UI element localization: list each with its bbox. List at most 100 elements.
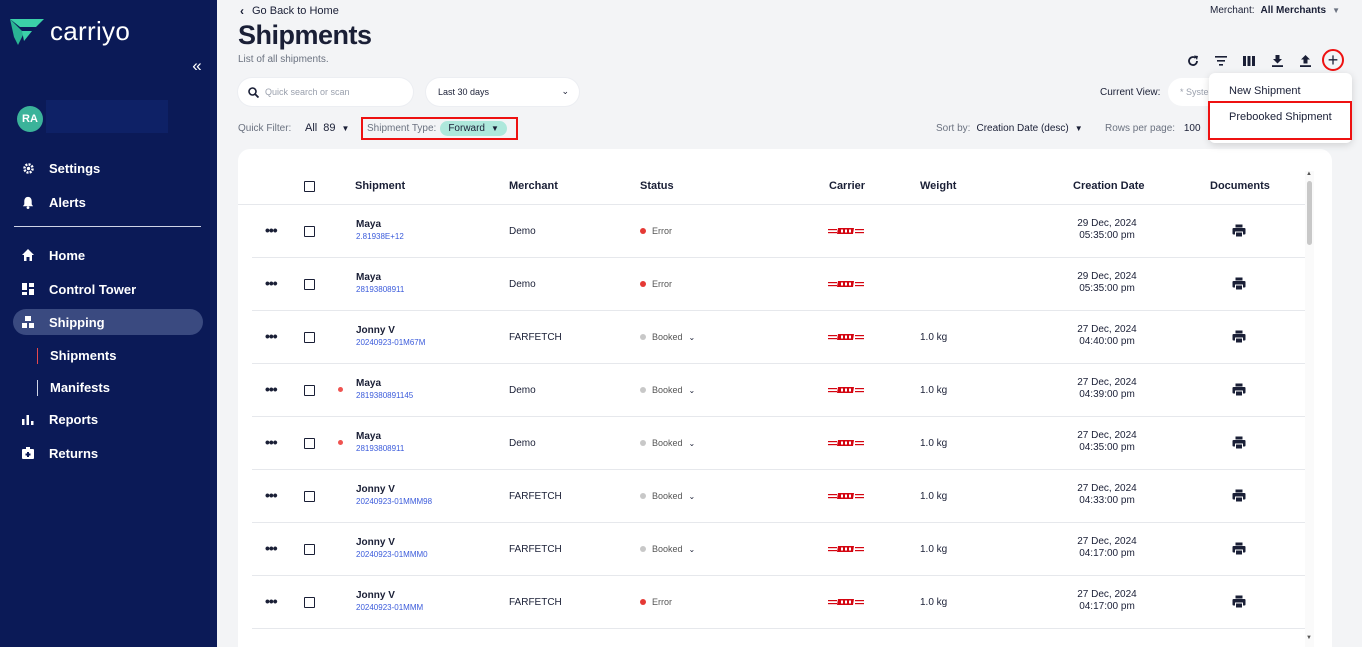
customer-name: Jonny V [356,537,395,548]
row-actions-icon[interactable]: ••• [265,541,278,555]
status-badge: Booked ⌄ [640,332,695,342]
status-label: Error [652,597,672,607]
filter-button[interactable] [1213,53,1229,69]
shipment-ref-link[interactable]: 20240923-01MMM [356,603,423,612]
sidebar-item-returns[interactable]: Returns [13,440,203,466]
shipment-ref-link[interactable]: 2819380891145 [356,391,413,400]
chevron-down-icon[interactable]: ⌄ [689,439,696,448]
merchant-name: FARFETCH [509,544,562,555]
sidebar-subitem-shipments[interactable]: Shipments [37,348,116,364]
sort-value[interactable]: Creation Date (desc) [976,123,1068,134]
shipment-type-chip[interactable]: Forward ▼ [440,121,507,136]
sidebar-item-control-tower[interactable]: Control Tower [13,276,203,302]
upload-button[interactable] [1297,53,1313,69]
header-merchant[interactable]: Merchant [509,180,558,192]
date-range-select[interactable]: Last 30 days ⌄ [426,78,579,106]
row-actions-icon[interactable]: ••• [265,382,278,396]
printer-icon[interactable] [1232,436,1246,450]
printer-icon[interactable] [1232,330,1246,344]
sidebar-item-label: Shipping [49,314,105,330]
table-row[interactable]: ••• Jonny V 20240923-01M67M FARFETCH Booked ⌄… [252,311,1305,364]
header-weight[interactable]: Weight [920,180,956,192]
back-link[interactable]: ‹ Go Back to Home [240,4,339,18]
printer-icon[interactable] [1232,595,1246,609]
shipment-ref-link[interactable]: 28193808911 [356,444,404,453]
header-carrier[interactable]: Carrier [829,180,865,192]
row-checkbox[interactable] [304,544,315,555]
avatar[interactable]: RA [17,106,43,132]
add-shipment-button[interactable]: + [1322,49,1344,71]
dhl-logo-icon [828,280,864,288]
header-creation-date[interactable]: Creation Date [1073,180,1145,192]
customer-name: Jonny V [356,325,395,336]
scroll-down-icon[interactable]: ▼ [1306,635,1312,641]
sidebar-item-reports[interactable]: Reports [13,406,203,432]
row-actions-icon[interactable]: ••• [265,329,278,343]
user-name-box[interactable] [46,100,168,133]
row-actions-icon[interactable]: ••• [265,435,278,449]
row-checkbox[interactable] [304,279,315,290]
sidebar-subitem-manifests[interactable]: Manifests [37,380,110,396]
printer-icon[interactable] [1232,224,1246,238]
brand-logo[interactable]: carriyo [10,16,130,47]
table-row[interactable]: ••• Jonny V 20240923-01MMM FARFETCH Error 1.0… [252,576,1305,629]
download-button[interactable] [1269,53,1285,69]
header-shipment[interactable]: Shipment [355,180,405,192]
unread-dot [338,387,343,392]
select-all-checkbox[interactable] [304,181,315,192]
row-checkbox[interactable] [304,597,315,608]
row-actions-icon[interactable]: ••• [265,488,278,502]
sidebar-item-home[interactable]: Home [13,242,203,268]
download-icon [1271,54,1283,67]
shipment-ref-link[interactable]: 20240923-01M67M [356,338,425,347]
shipment-ref-link[interactable]: 28193808911 [356,285,404,294]
refresh-button[interactable] [1185,53,1201,69]
table-scrollbar[interactable]: ▲ ▼ [1305,171,1314,647]
header-status[interactable]: Status [640,180,674,192]
table-row[interactable]: ••• Jonny V 20240923-01MMM98 FARFETCH Booked… [252,470,1305,523]
creation-date: 27 Dec, 2024 04:17:00 pm [1057,536,1157,560]
chevron-down-icon[interactable]: ⌄ [689,333,696,342]
row-checkbox[interactable] [304,385,315,396]
current-view-label: Current View: [1100,87,1161,98]
sidebar-item-shipping[interactable]: Shipping [13,309,203,335]
row-actions-icon[interactable]: ••• [265,594,278,608]
shipments-table: Shipment Merchant Status Carrier Weight … [238,149,1332,647]
sidebar-item-alerts[interactable]: Alerts [13,189,203,215]
sidebar-item-settings[interactable]: Settings [13,155,203,181]
table-row[interactable]: ••• Maya 2819380891145 Demo Booked ⌄ 1.0 kg 27 … [252,364,1305,417]
quick-filter-select[interactable]: All 89 ▼ [305,122,349,134]
row-checkbox[interactable] [304,491,315,502]
printer-icon[interactable] [1232,489,1246,503]
search-box[interactable] [238,78,413,106]
refresh-icon [1188,55,1198,66]
printer-icon[interactable] [1232,542,1246,556]
shipment-ref-link[interactable]: 20240923-01MMM98 [356,497,432,506]
chevron-down-icon[interactable]: ⌄ [689,492,696,501]
scroll-up-icon[interactable]: ▲ [1306,171,1312,177]
search-input[interactable] [265,87,405,97]
printer-icon[interactable] [1232,383,1246,397]
chevron-down-icon[interactable]: ⌄ [689,386,696,395]
merchant-name: Demo [509,226,536,237]
chevron-down-icon[interactable]: ⌄ [689,545,696,554]
row-actions-icon[interactable]: ••• [265,276,278,290]
row-checkbox[interactable] [304,438,315,449]
shipment-ref-link[interactable]: 20240923-01MMM0 [356,550,428,559]
shipment-ref-link[interactable]: 2.81938E+12 [356,232,404,241]
rows-per-page-value[interactable]: 100 [1184,123,1201,134]
printer-icon[interactable] [1232,277,1246,291]
menu-item-new-shipment[interactable]: New Shipment [1229,85,1301,97]
table-row[interactable]: ••• Jonny V 20240923-01MMM0 FARFETCH Booked ⌄… [252,523,1305,576]
row-checkbox[interactable] [304,226,315,237]
customer-name: Maya [356,272,382,283]
columns-button[interactable] [1241,53,1257,69]
row-checkbox[interactable] [304,332,315,343]
merchant-selector[interactable]: Merchant: All Merchants ▼ [1210,5,1340,16]
table-row[interactable]: ••• Maya 2.81938E+12 Demo Error 29 Dec, 2024 0… [252,205,1305,258]
scroll-thumb[interactable] [1307,181,1312,245]
row-actions-icon[interactable]: ••• [265,223,278,237]
table-row[interactable]: ••• Maya 28193808911 Demo Booked ⌄ 1.0 kg 27 De… [252,417,1305,470]
collapse-sidebar-icon[interactable]: « [188,56,206,76]
table-row[interactable]: ••• Maya 28193808911 Demo Error 29 Dec, 2024 0… [252,258,1305,311]
